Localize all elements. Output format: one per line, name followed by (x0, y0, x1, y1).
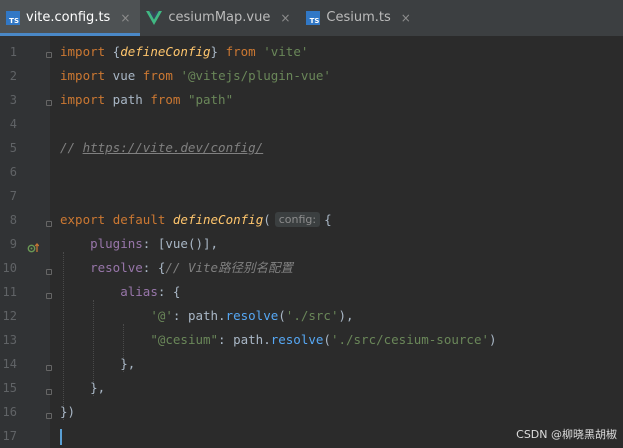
line-content: }, (60, 380, 106, 395)
text-caret (60, 429, 62, 445)
line-number: 15 (2, 381, 17, 395)
line-number: 2 (9, 69, 17, 83)
line-number: 9 (9, 237, 17, 251)
line-number: 6 (9, 165, 17, 179)
code-line: 8 export default defineConfig(config:{ (0, 208, 623, 232)
code-line: 5 // https://vite.dev/config/ (0, 136, 623, 160)
close-icon[interactable]: × (120, 11, 130, 25)
typescript-file-icon: TS (306, 10, 321, 25)
line-number: 1 (9, 45, 17, 59)
line-number: 10 (2, 261, 17, 275)
close-icon[interactable]: × (280, 11, 290, 25)
code-line: 11 alias: { (0, 280, 623, 304)
code-line: 2 import vue from '@vitejs/plugin-vue' (0, 64, 623, 88)
line-number: 7 (9, 189, 17, 203)
line-number: 11 (2, 285, 17, 299)
line-number: 4 (9, 117, 17, 131)
code-line: 14 }, (0, 352, 623, 376)
line-content: }, (60, 356, 136, 371)
code-line: 13 "@cesium": path.resolve('./src/cesium… (0, 328, 623, 352)
line-content: resolve: {// Vite路径别名配置 (90, 260, 294, 275)
line-content: export default defineConfig(config:{ (60, 212, 332, 227)
line-content: '@': path.resolve('./src'), (150, 308, 354, 323)
code-line: 3 import path from "path" (0, 88, 623, 112)
line-number: 13 (2, 333, 17, 347)
typescript-file-icon: TS (6, 10, 20, 25)
code-line: 7 (0, 184, 623, 208)
code-line: 12 '@': path.resolve('./src'), (0, 304, 623, 328)
vue-file-icon (146, 10, 163, 25)
line-number: 17 (2, 429, 17, 443)
close-icon[interactable]: × (401, 11, 411, 25)
line-content: "@cesium": path.resolve('./src/cesium-so… (150, 332, 497, 347)
watermark: CSDN @柳晓黑胡椒 (516, 428, 617, 441)
line-number: 16 (2, 405, 17, 419)
comment-link[interactable]: https://vite.dev/config/ (83, 140, 264, 155)
tab-vite-config[interactable]: TS vite.config.ts × (0, 0, 141, 36)
line-number: 8 (9, 213, 17, 227)
code-line: 9 plugins: [vue()], (0, 232, 623, 256)
editor-tab-bar: TS vite.config.ts × cesiumMap.vue × TS C… (0, 0, 623, 37)
code-line: 1 import {defineConfig} from 'vite' (0, 40, 623, 64)
line-number: 12 (2, 309, 17, 323)
line-content: // https://vite.dev/config/ (60, 140, 264, 155)
line-content: plugins: [vue()], (90, 236, 219, 251)
code-line: 15 }, (0, 376, 623, 400)
tab-label: vite.config.ts (26, 10, 111, 25)
parameter-hint: config: (274, 212, 321, 227)
tab-cesium-ts[interactable]: TS Cesium.ts × (300, 0, 420, 35)
code-line: 6 (0, 160, 623, 184)
line-number: 5 (9, 141, 17, 155)
line-content: import {defineConfig} from 'vite' (60, 44, 309, 59)
code-line: 10 resolve: {// Vite路径别名配置 (0, 256, 623, 280)
code-line: 16 }) (0, 400, 623, 424)
tab-cesium-map[interactable]: cesiumMap.vue × (140, 0, 300, 35)
code-editor[interactable]: 1 import {defineConfig} from 'vite' 2 im… (0, 36, 623, 448)
code-line: 4 (0, 112, 623, 136)
line-content: alias: { (120, 284, 181, 299)
line-content: }) (60, 404, 76, 419)
tab-label: Cesium.ts (326, 10, 391, 25)
line-number: 14 (2, 357, 17, 371)
tab-label: cesiumMap.vue (168, 10, 271, 25)
line-number: 3 (9, 93, 17, 107)
line-content: import path from "path" (60, 92, 234, 107)
line-content: import vue from '@vitejs/plugin-vue' (60, 68, 331, 83)
